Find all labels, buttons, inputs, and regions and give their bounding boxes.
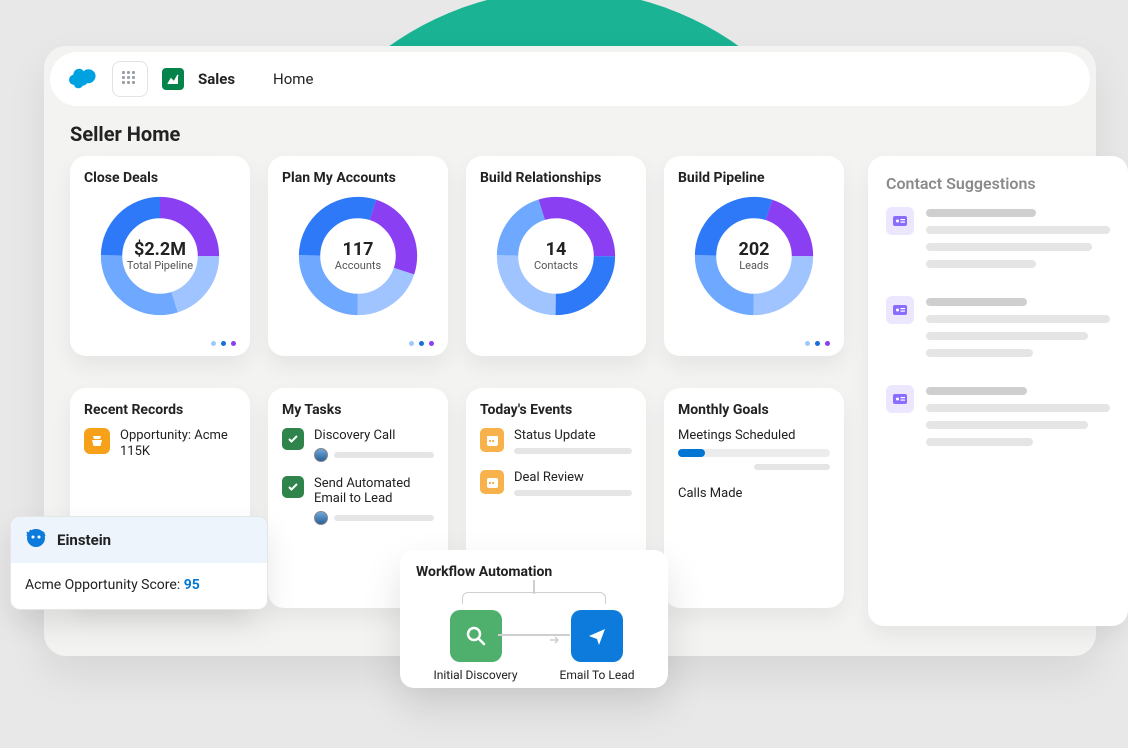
pager-dots[interactable]: [805, 341, 830, 346]
goal-label: Calls Made: [678, 486, 830, 501]
kpi-close-deals[interactable]: Close Deals $2.2MTotal Pipeline: [70, 156, 250, 356]
placeholder-line: [754, 464, 830, 470]
workflow-node-discovery[interactable]: Initial Discovery: [433, 610, 517, 682]
donut-chart: 202Leads: [690, 192, 818, 320]
contact-suggestion-item[interactable]: [886, 296, 1110, 357]
contact-suggestion-item[interactable]: [886, 385, 1110, 446]
search-icon: [450, 610, 502, 662]
record-text: Opportunity: Acme 115K: [120, 428, 236, 461]
app-launcher-button[interactable]: [112, 61, 148, 97]
page-title: Seller Home: [70, 122, 180, 146]
kpi-build-pipeline[interactable]: Build Pipeline 202Leads: [664, 156, 844, 356]
contact-suggestion-item[interactable]: [886, 207, 1110, 268]
sales-app-icon: [162, 68, 184, 90]
pager-dots[interactable]: [211, 341, 236, 346]
workflow-automation-popover: Workflow Automation Initial Discovery Em…: [400, 550, 668, 688]
calendar-icon: [480, 470, 504, 494]
salesforce-cloud-icon: [64, 67, 98, 91]
event-text: Status Update: [514, 428, 632, 443]
contact-suggestions-panel: Contact Suggestions: [868, 156, 1128, 626]
avatar-icon: [314, 448, 328, 462]
checkbox-checked-icon[interactable]: [282, 428, 304, 450]
waffle-icon: [122, 71, 138, 87]
kpi-title: Close Deals: [84, 170, 236, 186]
kpi-build-relationships[interactable]: Build Relationships 14Contacts: [466, 156, 646, 356]
nav-home[interactable]: Home: [273, 70, 313, 88]
panel-title: Monthly Goals: [678, 402, 830, 418]
einstein-icon: [25, 527, 47, 553]
einstein-score: 95: [184, 577, 200, 593]
record-item[interactable]: Opportunity: Acme 115K: [84, 428, 236, 461]
workflow-title: Workflow Automation: [416, 564, 652, 580]
kpi-label: Total Pipeline: [127, 260, 193, 272]
placeholder-line: [514, 490, 632, 496]
panel-title: My Tasks: [282, 402, 434, 418]
task-text: Send Automated Email to Lead: [314, 476, 434, 507]
app-label: Sales: [198, 70, 235, 88]
workflow-node-email[interactable]: Email To Lead: [560, 610, 635, 682]
monthly-goals-panel: Monthly Goals Meetings Scheduled Calls M…: [664, 388, 844, 608]
donut-chart: $2.2MTotal Pipeline: [96, 192, 224, 320]
send-icon: [571, 610, 623, 662]
panel-title: Recent Records: [84, 402, 236, 418]
opportunity-icon: [84, 428, 110, 454]
topbar: Sales Home: [50, 52, 1090, 106]
kpi-plan-accounts[interactable]: Plan My Accounts 117Accounts: [268, 156, 448, 356]
goal-item: Meetings Scheduled: [678, 428, 830, 470]
kpi-title: Build Relationships: [480, 170, 632, 186]
placeholder-line: [334, 452, 434, 458]
goal-item: Calls Made: [678, 486, 830, 501]
checkbox-checked-icon[interactable]: [282, 476, 304, 498]
kpi-value: 117: [343, 239, 374, 260]
workflow-node-label: Initial Discovery: [433, 668, 517, 682]
progress-fill: [678, 449, 705, 457]
arrow-right-icon: [550, 630, 560, 649]
kpi-label: Accounts: [335, 260, 381, 272]
placeholder-line: [334, 515, 434, 521]
contact-card-icon: [886, 385, 914, 413]
event-item[interactable]: Status Update: [480, 428, 632, 454]
avatar-icon: [314, 511, 328, 525]
panel-title: Today's Events: [480, 402, 632, 418]
donut-chart: 117Accounts: [294, 192, 422, 320]
einstein-title: Einstein: [57, 531, 111, 549]
kpi-label: Contacts: [534, 260, 578, 272]
task-item[interactable]: Send Automated Email to Lead: [282, 476, 434, 525]
task-item[interactable]: Discovery Call: [282, 428, 434, 462]
placeholder-line: [514, 448, 632, 454]
event-item[interactable]: Deal Review: [480, 470, 632, 496]
einstein-popover: Einstein Acme Opportunity Score: 95: [10, 516, 268, 610]
task-text: Discovery Call: [314, 428, 434, 444]
workflow-stem: [533, 580, 535, 594]
contact-card-icon: [886, 296, 914, 324]
calendar-icon: [480, 428, 504, 452]
event-text: Deal Review: [514, 470, 632, 485]
einstein-body: Acme Opportunity Score: 95: [11, 563, 267, 609]
kpi-label: Leads: [739, 260, 769, 272]
kpi-title: Build Pipeline: [678, 170, 830, 186]
contact-suggestions-title: Contact Suggestions: [886, 174, 1110, 193]
einstein-body-text: Acme Opportunity Score:: [25, 577, 184, 593]
contact-card-icon: [886, 207, 914, 235]
donut-chart: 14Contacts: [492, 192, 620, 320]
progress-track: [678, 449, 830, 457]
goal-label: Meetings Scheduled: [678, 428, 830, 443]
pager-dots[interactable]: [409, 341, 434, 346]
kpi-value: $2.2M: [134, 239, 186, 260]
kpi-value: 14: [546, 239, 567, 260]
kpi-row: Close Deals $2.2MTotal Pipeline Plan My …: [70, 156, 844, 356]
workflow-node-label: Email To Lead: [560, 668, 635, 682]
kpi-title: Plan My Accounts: [282, 170, 434, 186]
kpi-value: 202: [739, 239, 770, 260]
